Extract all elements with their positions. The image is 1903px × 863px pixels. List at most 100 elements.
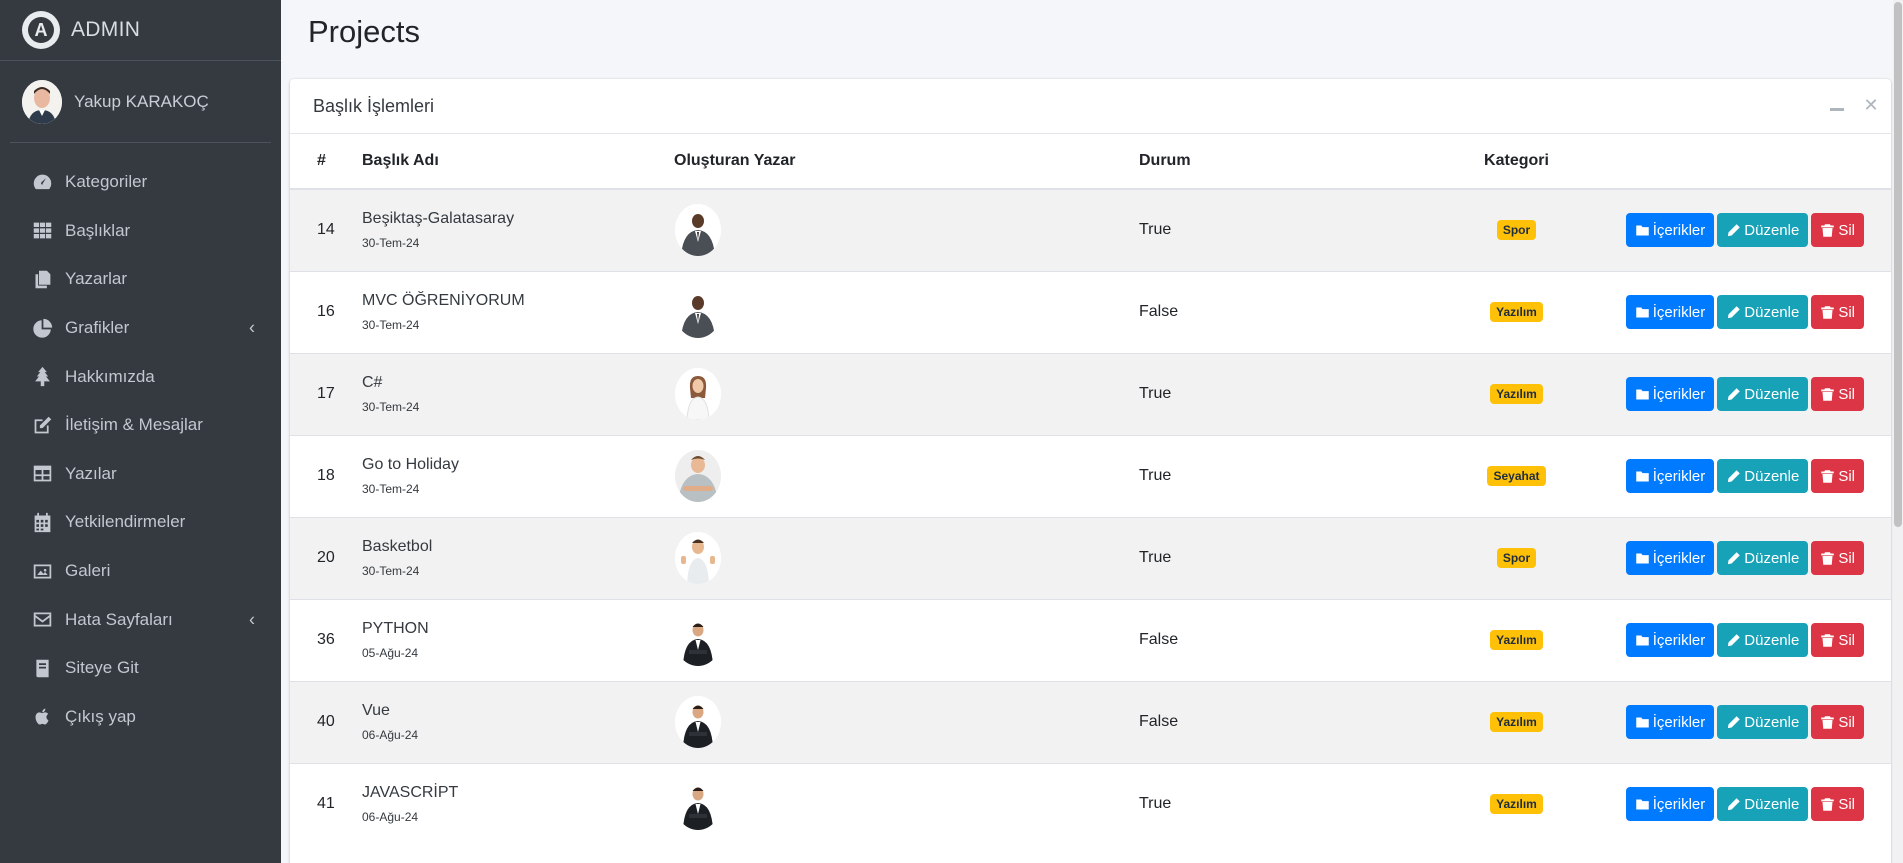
sidebar: A ADMIN Yakup KARAKOÇ Kategoriler Başlıkl… [0, 0, 281, 863]
col-category-header: Kategori [1408, 134, 1625, 190]
brand-link[interactable]: A ADMIN [0, 0, 281, 61]
sidebar-item-yazarlar[interactable]: Yazarlar [0, 255, 281, 304]
contents-button[interactable]: İçerikler [1625, 377, 1715, 411]
sidebar-item-galeri[interactable]: Galeri [0, 547, 281, 596]
edit-button[interactable]: Düzenle [1717, 541, 1809, 575]
card-title: Başlık İşlemleri [313, 95, 435, 116]
image-icon [31, 560, 53, 582]
sidebar-item-label: Yazarlar [65, 269, 128, 289]
row-actions-cell: İçerikler Düzenle Sil [1625, 599, 1891, 681]
delete-button[interactable]: Sil [1811, 541, 1864, 575]
delete-button-label: Sil [1838, 713, 1855, 731]
user-avatar[interactable] [22, 79, 62, 124]
calendar-icon [31, 511, 53, 533]
author-avatar [675, 450, 721, 502]
user-name[interactable]: Yakup KARAKOÇ [74, 92, 209, 112]
table-row: 20 Basketbol 30-Tem-24 True Spor İçerikler Düz… [290, 517, 1891, 599]
folder-icon [1635, 223, 1653, 238]
category-badge: Yazılım [1490, 794, 1543, 815]
category-badge: Yazılım [1490, 712, 1543, 732]
titles-card: Başlık İşlemleri ✕ # Başlık Adı Oluştura… [290, 79, 1891, 863]
trash-icon [1820, 633, 1838, 648]
row-title: Vue [362, 702, 390, 719]
contents-button[interactable]: İçerikler [1625, 787, 1715, 822]
delete-button[interactable]: Sil [1811, 787, 1864, 822]
contents-button[interactable]: İçerikler [1625, 541, 1715, 575]
table-row: 14 Beşiktaş-Galatasaray 30-Tem-24 True Spor İ… [290, 189, 1891, 271]
table-header-row: # Başlık Adı Oluşturan Yazar Durum Kateg… [290, 134, 1891, 190]
minus-icon [1830, 107, 1844, 111]
edit-button-label: Düzenle [1744, 385, 1800, 403]
contents-button[interactable]: İçerikler [1625, 213, 1715, 248]
sidebar-item-yetkilendirmeler[interactable]: Yetkilendirmeler [0, 498, 281, 547]
edit-button[interactable]: Düzenle [1717, 459, 1809, 493]
contents-button-label: İçerikler [1652, 631, 1706, 649]
row-title: MVC ÖĞRENİYORUM [362, 292, 525, 309]
delete-button[interactable]: Sil [1811, 705, 1864, 739]
sidebar-item-label: Yetkilendirmeler [65, 512, 186, 532]
sidebar-item-i-letişim-mesajlar[interactable]: İletişim & Mesajlar [0, 401, 281, 450]
tree-icon [31, 366, 53, 388]
delete-button[interactable]: Sil [1811, 623, 1864, 657]
sidebar-item-siteye-git[interactable]: Siteye Git [0, 644, 281, 693]
sidebar-item-label: Galeri [65, 561, 111, 581]
edit-button-label: Düzenle [1744, 795, 1800, 813]
contents-button-label: İçerikler [1652, 549, 1706, 567]
contents-button[interactable]: İçerikler [1625, 295, 1715, 329]
edit-button[interactable]: Düzenle [1717, 295, 1809, 329]
contents-button[interactable]: İçerikler [1625, 623, 1715, 657]
user-panel[interactable]: Yakup KARAKOÇ [10, 61, 271, 143]
row-status: True [1139, 221, 1172, 239]
edit-button[interactable]: Düzenle [1717, 377, 1809, 411]
row-date: 30-Tem-24 [362, 318, 420, 332]
category-badge: Spor [1496, 220, 1537, 241]
edit-button[interactable]: Düzenle [1717, 705, 1809, 739]
sidebar-item-kategoriler[interactable]: Kategoriler [0, 158, 281, 207]
chevron-left-icon: ‹ [249, 609, 255, 630]
folder-icon [1635, 633, 1653, 648]
col-actions-header [1625, 134, 1891, 190]
trash-icon [1820, 551, 1838, 566]
pencil-icon [1726, 715, 1744, 730]
table-row: 16 MVC ÖĞRENİYORUM 30-Tem-24 False Yazılım İç… [290, 271, 1891, 353]
row-title: JAVASCRİPT [362, 784, 459, 802]
delete-button[interactable]: Sil [1811, 459, 1864, 493]
chevron-left-icon: ‹ [249, 317, 255, 338]
scrollbar-thumb[interactable] [1894, 2, 1902, 527]
sidebar-item-grafikler[interactable]: Grafikler ‹ [0, 304, 281, 353]
collapse-button[interactable] [1827, 95, 1847, 115]
sidebar-item-çıkış-yap[interactable]: Çıkış yap [0, 693, 281, 742]
row-id: 20 [317, 549, 335, 566]
contents-button[interactable]: İçerikler [1625, 705, 1715, 739]
sidebar-item-yazılar[interactable]: Yazılar [0, 450, 281, 499]
row-actions-cell: İçerikler Düzenle Sil [1625, 435, 1891, 517]
row-title-cell: MVC ÖĞRENİYORUM 30-Tem-24 [362, 271, 674, 353]
edit-button[interactable]: Düzenle [1717, 213, 1809, 248]
grid-icon [31, 220, 53, 242]
delete-button[interactable]: Sil [1811, 377, 1864, 411]
edit-button[interactable]: Düzenle [1717, 787, 1809, 822]
page-scrollbar[interactable] [1893, 0, 1903, 863]
row-id: 17 [317, 385, 335, 402]
row-status: False [1139, 303, 1179, 320]
trash-icon [1820, 223, 1838, 238]
row-title-cell: Go to Holiday 30-Tem-24 [362, 435, 674, 517]
delete-button-label: Sil [1838, 631, 1855, 649]
sidebar-item-hata-sayfaları[interactable]: Hata Sayfaları ‹ [0, 595, 281, 644]
row-id: 40 [317, 713, 335, 730]
edit-button-label: Düzenle [1744, 221, 1800, 239]
row-title-cell: C# 30-Tem-24 [362, 353, 674, 435]
sidebar-item-hakkımızda[interactable]: Hakkımızda [0, 352, 281, 401]
sidebar-item-başlıklar[interactable]: Başlıklar [0, 207, 281, 256]
folder-icon [1635, 305, 1653, 320]
edit-button-label: Düzenle [1744, 467, 1800, 485]
row-category-cell: Spor [1408, 189, 1625, 271]
contents-button-label: İçerikler [1652, 467, 1706, 485]
delete-button[interactable]: Sil [1811, 295, 1864, 329]
folder-icon [1635, 715, 1653, 730]
row-status: True [1139, 549, 1172, 566]
contents-button[interactable]: İçerikler [1625, 459, 1715, 493]
remove-button[interactable]: ✕ [1861, 95, 1881, 115]
edit-button[interactable]: Düzenle [1717, 623, 1809, 657]
delete-button[interactable]: Sil [1811, 213, 1864, 248]
